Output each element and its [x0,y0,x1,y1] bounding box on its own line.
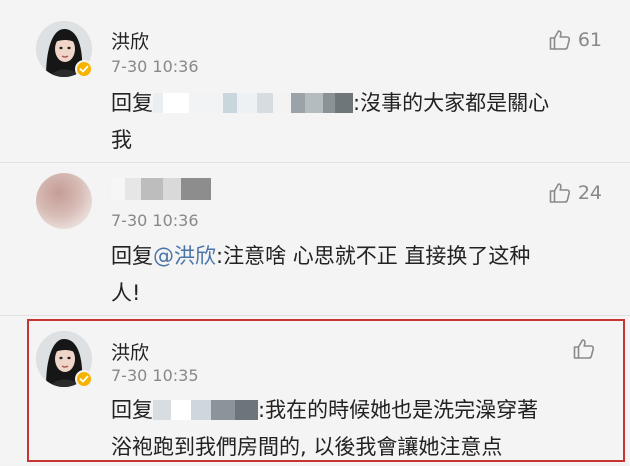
redacted-username [153,92,353,113]
reply-prefix: 回复 [111,398,153,422]
comment-item: 洪欣 7-30 10:36 61 回复 :沒事的大家都是關心 我 [0,0,630,163]
verified-badge-icon [75,370,93,388]
timestamp: 7-30 10:35 [111,366,199,385]
thumbs-up-icon [548,28,572,52]
avatar[interactable] [36,173,92,229]
like-button[interactable]: 61 [548,28,602,52]
comment-text: 回复 :我在的時候她也是洗完澡穿著 浴袍跑到我們房間的, 以後我會讓她注意点 [111,392,611,466]
comment-feed: 洪欣 7-30 10:36 61 回复 :沒事的大家都是關心 我 7-30 10:… [0,0,630,465]
comment-text: 回复 :沒事的大家都是關心 我 [111,85,591,159]
comment-text-line2: 浴袍跑到我們房間的, 以後我會讓她注意点 [111,435,503,459]
divider [0,315,630,316]
thumbs-up-icon [572,337,596,361]
like-count: 61 [577,29,602,51]
like-button[interactable]: 24 [548,181,602,205]
comment-text-line1: :注意啥 心思就不正 直接换了这种 [216,244,531,268]
reply-prefix: 回复 [111,244,153,268]
like-count: 24 [577,182,602,204]
reply-prefix: 回复 [111,91,153,115]
comment-text-line1: :沒事的大家都是關心 [353,91,550,115]
comment-text-line1: :我在的時候她也是洗完澡穿著 [258,398,539,422]
verified-badge-icon [75,60,93,78]
comment-text-line2: 我 [111,128,132,152]
redacted-username [153,399,258,420]
redacted-username[interactable] [111,178,211,200]
like-button[interactable] [572,337,602,361]
mention-link[interactable]: @洪欣 [153,244,216,268]
username[interactable]: 洪欣 [111,27,149,54]
comment-text-line2: 人! [111,281,141,305]
comment-text: 回复@洪欣:注意啥 心思就不正 直接换了这种 人! [111,238,591,312]
username[interactable]: 洪欣 [111,338,149,365]
thumbs-up-icon [548,181,572,205]
timestamp: 7-30 10:36 [111,57,199,76]
timestamp: 7-30 10:36 [111,211,199,230]
